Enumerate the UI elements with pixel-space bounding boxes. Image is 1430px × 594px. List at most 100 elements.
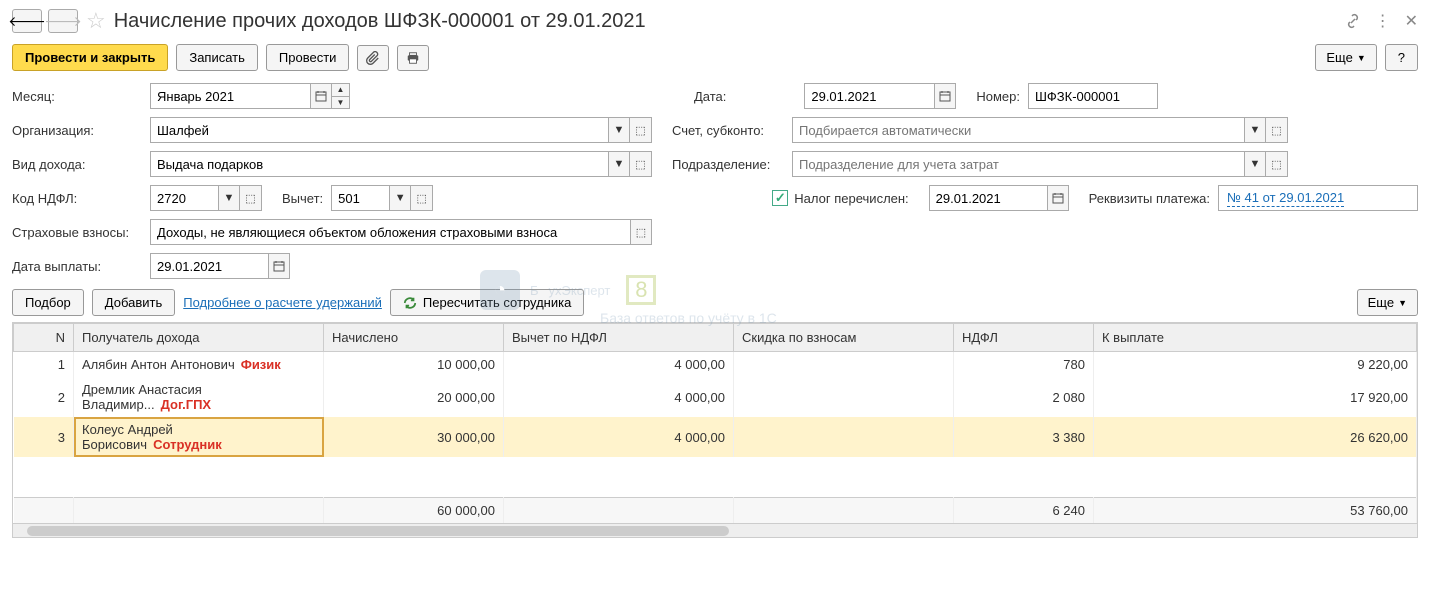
open-icon[interactable]: ⬚ <box>411 185 433 211</box>
cell-recipient[interactable]: Дремлик Анастасия Владимир...Дог.ГПХ <box>74 377 324 417</box>
back-button[interactable]: 🡐 <box>12 9 42 33</box>
cell-payout[interactable]: 17 920,00 <box>1094 377 1417 417</box>
subdivision-label: Подразделение: <box>672 157 784 172</box>
insurance-label: Страховые взносы: <box>12 225 142 240</box>
open-icon[interactable]: ⬚ <box>630 117 652 143</box>
chevron-down-icon[interactable]: ▼ <box>1244 117 1266 143</box>
cell-recipient[interactable]: Колеус Андрей БорисовичСотрудник <box>74 417 324 457</box>
link-icon[interactable] <box>1345 13 1361 29</box>
page-title: Начисление прочих доходов ШФЗК-000001 от… <box>114 10 1339 33</box>
recalc-button[interactable]: Пересчитать сотрудника <box>390 289 584 316</box>
col-accrued[interactable]: Начислено <box>324 324 504 352</box>
post-button[interactable]: Провести <box>266 44 350 71</box>
number-input[interactable] <box>1028 83 1158 109</box>
date-label: Дата: <box>694 89 726 104</box>
tax-paid-checkbox[interactable]: ✓ <box>772 190 788 206</box>
open-icon[interactable]: ⬚ <box>1266 117 1288 143</box>
payout-date-input[interactable] <box>150 253 268 279</box>
calendar-icon[interactable] <box>268 253 290 279</box>
table-row[interactable]: 2 Дремлик Анастасия Владимир...Дог.ГПХ 2… <box>14 377 1417 417</box>
help-button[interactable]: ? <box>1385 44 1418 71</box>
cell-discount[interactable] <box>734 352 954 378</box>
deduction-input[interactable] <box>331 185 389 211</box>
open-icon[interactable]: ⬚ <box>1266 151 1288 177</box>
month-down[interactable]: ▼ <box>332 96 350 109</box>
total-accrued: 60 000,00 <box>324 497 504 523</box>
favorite-icon[interactable]: ☆ <box>86 8 106 34</box>
open-icon[interactable]: ⬚ <box>240 185 262 211</box>
cell-accrued[interactable]: 20 000,00 <box>324 377 504 417</box>
cell-recipient[interactable]: Алябин Антон АнтоновичФизик <box>74 352 324 378</box>
date-input[interactable] <box>804 83 934 109</box>
insurance-input[interactable] <box>150 219 630 245</box>
number-label: Номер: <box>976 89 1020 104</box>
income-type-label: Вид дохода: <box>12 157 142 172</box>
col-deduction[interactable]: Вычет по НДФЛ <box>504 324 734 352</box>
save-button[interactable]: Записать <box>176 44 258 71</box>
payment-details-label: Реквизиты платежа: <box>1089 191 1210 206</box>
cell-deduction[interactable]: 4 000,00 <box>504 417 734 457</box>
org-label: Организация: <box>12 123 142 138</box>
cell-n: 1 <box>14 352 74 378</box>
print-button[interactable] <box>397 45 429 71</box>
chevron-down-icon[interactable]: ▼ <box>218 185 240 211</box>
col-payout[interactable]: К выплате <box>1094 324 1417 352</box>
table-row[interactable]: 1 Алябин Антон АнтоновичФизик 10 000,00 … <box>14 352 1417 378</box>
total-payout: 53 760,00 <box>1094 497 1417 523</box>
select-button[interactable]: Подбор <box>12 289 84 316</box>
cell-discount[interactable] <box>734 377 954 417</box>
table-more-button[interactable]: Еще ▼ <box>1357 289 1418 316</box>
ndfl-code-label: Код НДФЛ: <box>12 191 142 206</box>
cell-n: 2 <box>14 377 74 417</box>
tax-paid-date-input[interactable] <box>929 185 1047 211</box>
deduction-label: Вычет: <box>282 191 323 206</box>
cell-payout[interactable]: 26 620,00 <box>1094 417 1417 457</box>
chevron-down-icon[interactable]: ▼ <box>608 151 630 177</box>
cell-deduction[interactable]: 4 000,00 <box>504 377 734 417</box>
col-n[interactable]: N <box>14 324 74 352</box>
horizontal-scrollbar[interactable] <box>13 523 1417 537</box>
total-ndfl: 6 240 <box>954 497 1094 523</box>
recipients-table: N Получатель дохода Начислено Вычет по Н… <box>12 322 1418 538</box>
col-discount[interactable]: Скидка по взносам <box>734 324 954 352</box>
chevron-down-icon[interactable]: ▼ <box>389 185 411 211</box>
open-icon[interactable]: ⬚ <box>630 219 652 245</box>
col-recipient[interactable]: Получатель дохода <box>74 324 324 352</box>
cell-discount[interactable] <box>734 417 954 457</box>
cell-accrued[interactable]: 10 000,00 <box>324 352 504 378</box>
close-icon[interactable]: ✕ <box>1405 11 1418 31</box>
menu-icon[interactable]: ⋮ <box>1375 11 1391 31</box>
more-button[interactable]: Еще ▼ <box>1315 44 1376 71</box>
account-input[interactable] <box>792 117 1244 143</box>
cell-deduction[interactable]: 4 000,00 <box>504 352 734 378</box>
cell-ndfl[interactable]: 780 <box>954 352 1094 378</box>
cell-ndfl[interactable]: 2 080 <box>954 377 1094 417</box>
cell-payout[interactable]: 9 220,00 <box>1094 352 1417 378</box>
month-up[interactable]: ▲ <box>332 83 350 96</box>
calendar-icon[interactable] <box>310 83 332 109</box>
cell-accrued[interactable]: 30 000,00 <box>324 417 504 457</box>
calendar-icon[interactable] <box>1047 185 1069 211</box>
subdivision-input[interactable] <box>792 151 1244 177</box>
forward-button[interactable]: 🡒 <box>48 9 78 33</box>
payout-date-label: Дата выплаты: <box>12 259 142 274</box>
col-ndfl[interactable]: НДФЛ <box>954 324 1094 352</box>
chevron-down-icon[interactable]: ▼ <box>608 117 630 143</box>
open-icon[interactable]: ⬚ <box>630 151 652 177</box>
ndfl-code-input[interactable] <box>150 185 218 211</box>
org-input[interactable] <box>150 117 608 143</box>
add-button[interactable]: Добавить <box>92 289 175 316</box>
cell-n: 3 <box>14 417 74 457</box>
month-input[interactable] <box>150 83 310 109</box>
income-type-input[interactable] <box>150 151 608 177</box>
post-close-button[interactable]: Провести и закрыть <box>12 44 168 71</box>
tax-paid-label: Налог перечислен: <box>794 191 908 206</box>
payment-details-link[interactable]: № 41 от 29.01.2021 <box>1227 190 1344 207</box>
calendar-icon[interactable] <box>934 83 956 109</box>
month-label: Месяц: <box>12 89 142 104</box>
chevron-down-icon[interactable]: ▼ <box>1244 151 1266 177</box>
table-row[interactable]: 3 Колеус Андрей БорисовичСотрудник 30 00… <box>14 417 1417 457</box>
attach-button[interactable] <box>357 45 389 71</box>
details-link[interactable]: Подробнее о расчете удержаний <box>183 295 382 310</box>
cell-ndfl[interactable]: 3 380 <box>954 417 1094 457</box>
